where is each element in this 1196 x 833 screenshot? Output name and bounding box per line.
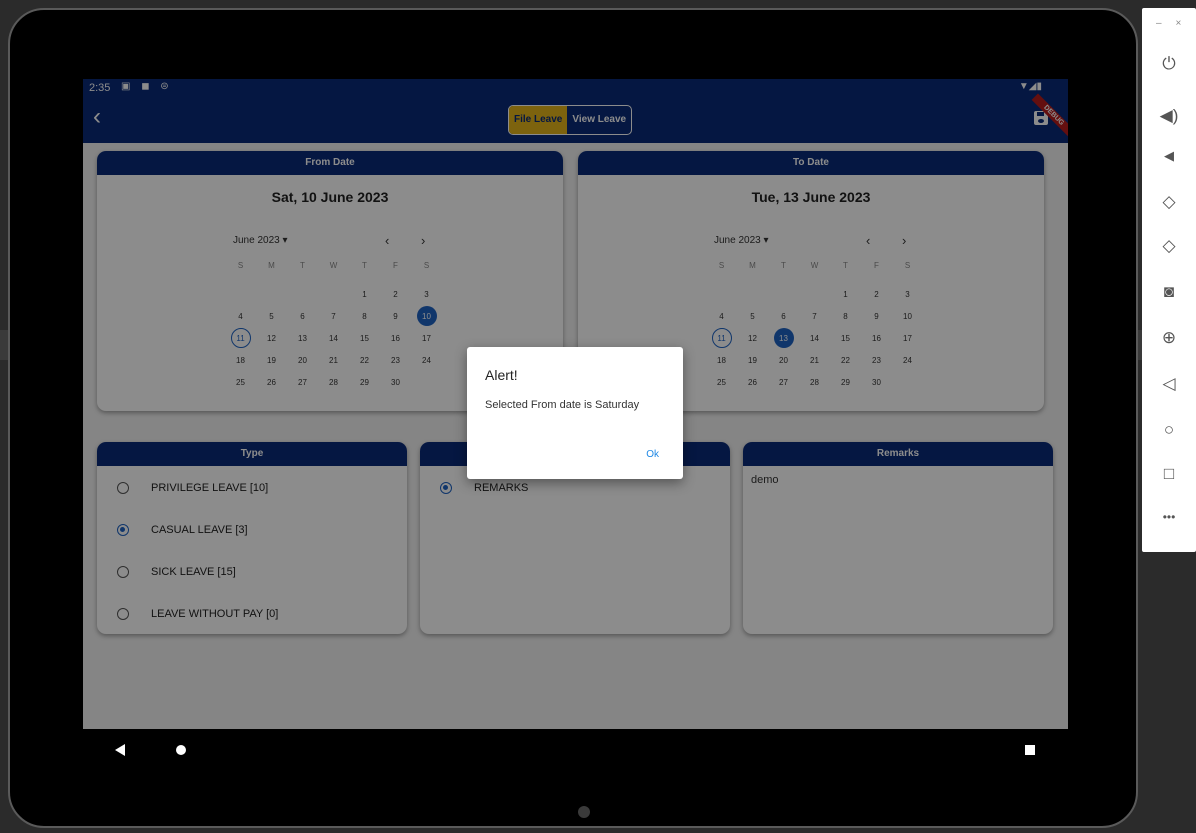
more-icon[interactable]: ••• <box>1142 510 1196 524</box>
power-icon[interactable]: ⏻ <box>1142 54 1196 74</box>
zoom-icon[interactable]: ⊕ <box>1142 328 1196 348</box>
home-icon[interactable]: ○ <box>1142 420 1196 440</box>
dialog-message: Selected From date is Saturday <box>485 399 640 411</box>
dialog-title: Alert! <box>485 367 518 383</box>
volume-up-icon[interactable]: ◀) <box>1142 106 1196 126</box>
front-camera <box>578 806 590 818</box>
rotate-right-icon[interactable]: ◇ <box>1142 236 1196 256</box>
nav-back-icon[interactable] <box>115 744 125 756</box>
nav-home-icon[interactable] <box>176 745 186 755</box>
emulator-toolbar: –× ⏻ ◀) ◀ ◇ ◇ ◙ ⊕ ◁ ○ □ ••• <box>1142 8 1196 552</box>
camera-icon[interactable]: ◙ <box>1142 282 1196 302</box>
nav-recents-icon[interactable] <box>1025 745 1035 755</box>
window-controls[interactable]: –× <box>1156 18 1195 29</box>
back-icon[interactable]: ◁ <box>1142 374 1196 394</box>
rotate-left-icon[interactable]: ◇ <box>1142 192 1196 212</box>
overview-icon[interactable]: □ <box>1142 464 1196 484</box>
volume-down-icon[interactable]: ◀ <box>1142 148 1196 164</box>
android-nav-bar <box>83 729 1068 771</box>
app-screen: 2:35 ▣ ◼ ⊜ ▼◢▮ ‹ File Leave View Leave D… <box>83 79 1068 771</box>
alert-dialog: Alert! Selected From date is Saturday Ok <box>467 347 683 479</box>
ok-button[interactable]: Ok <box>646 449 659 460</box>
